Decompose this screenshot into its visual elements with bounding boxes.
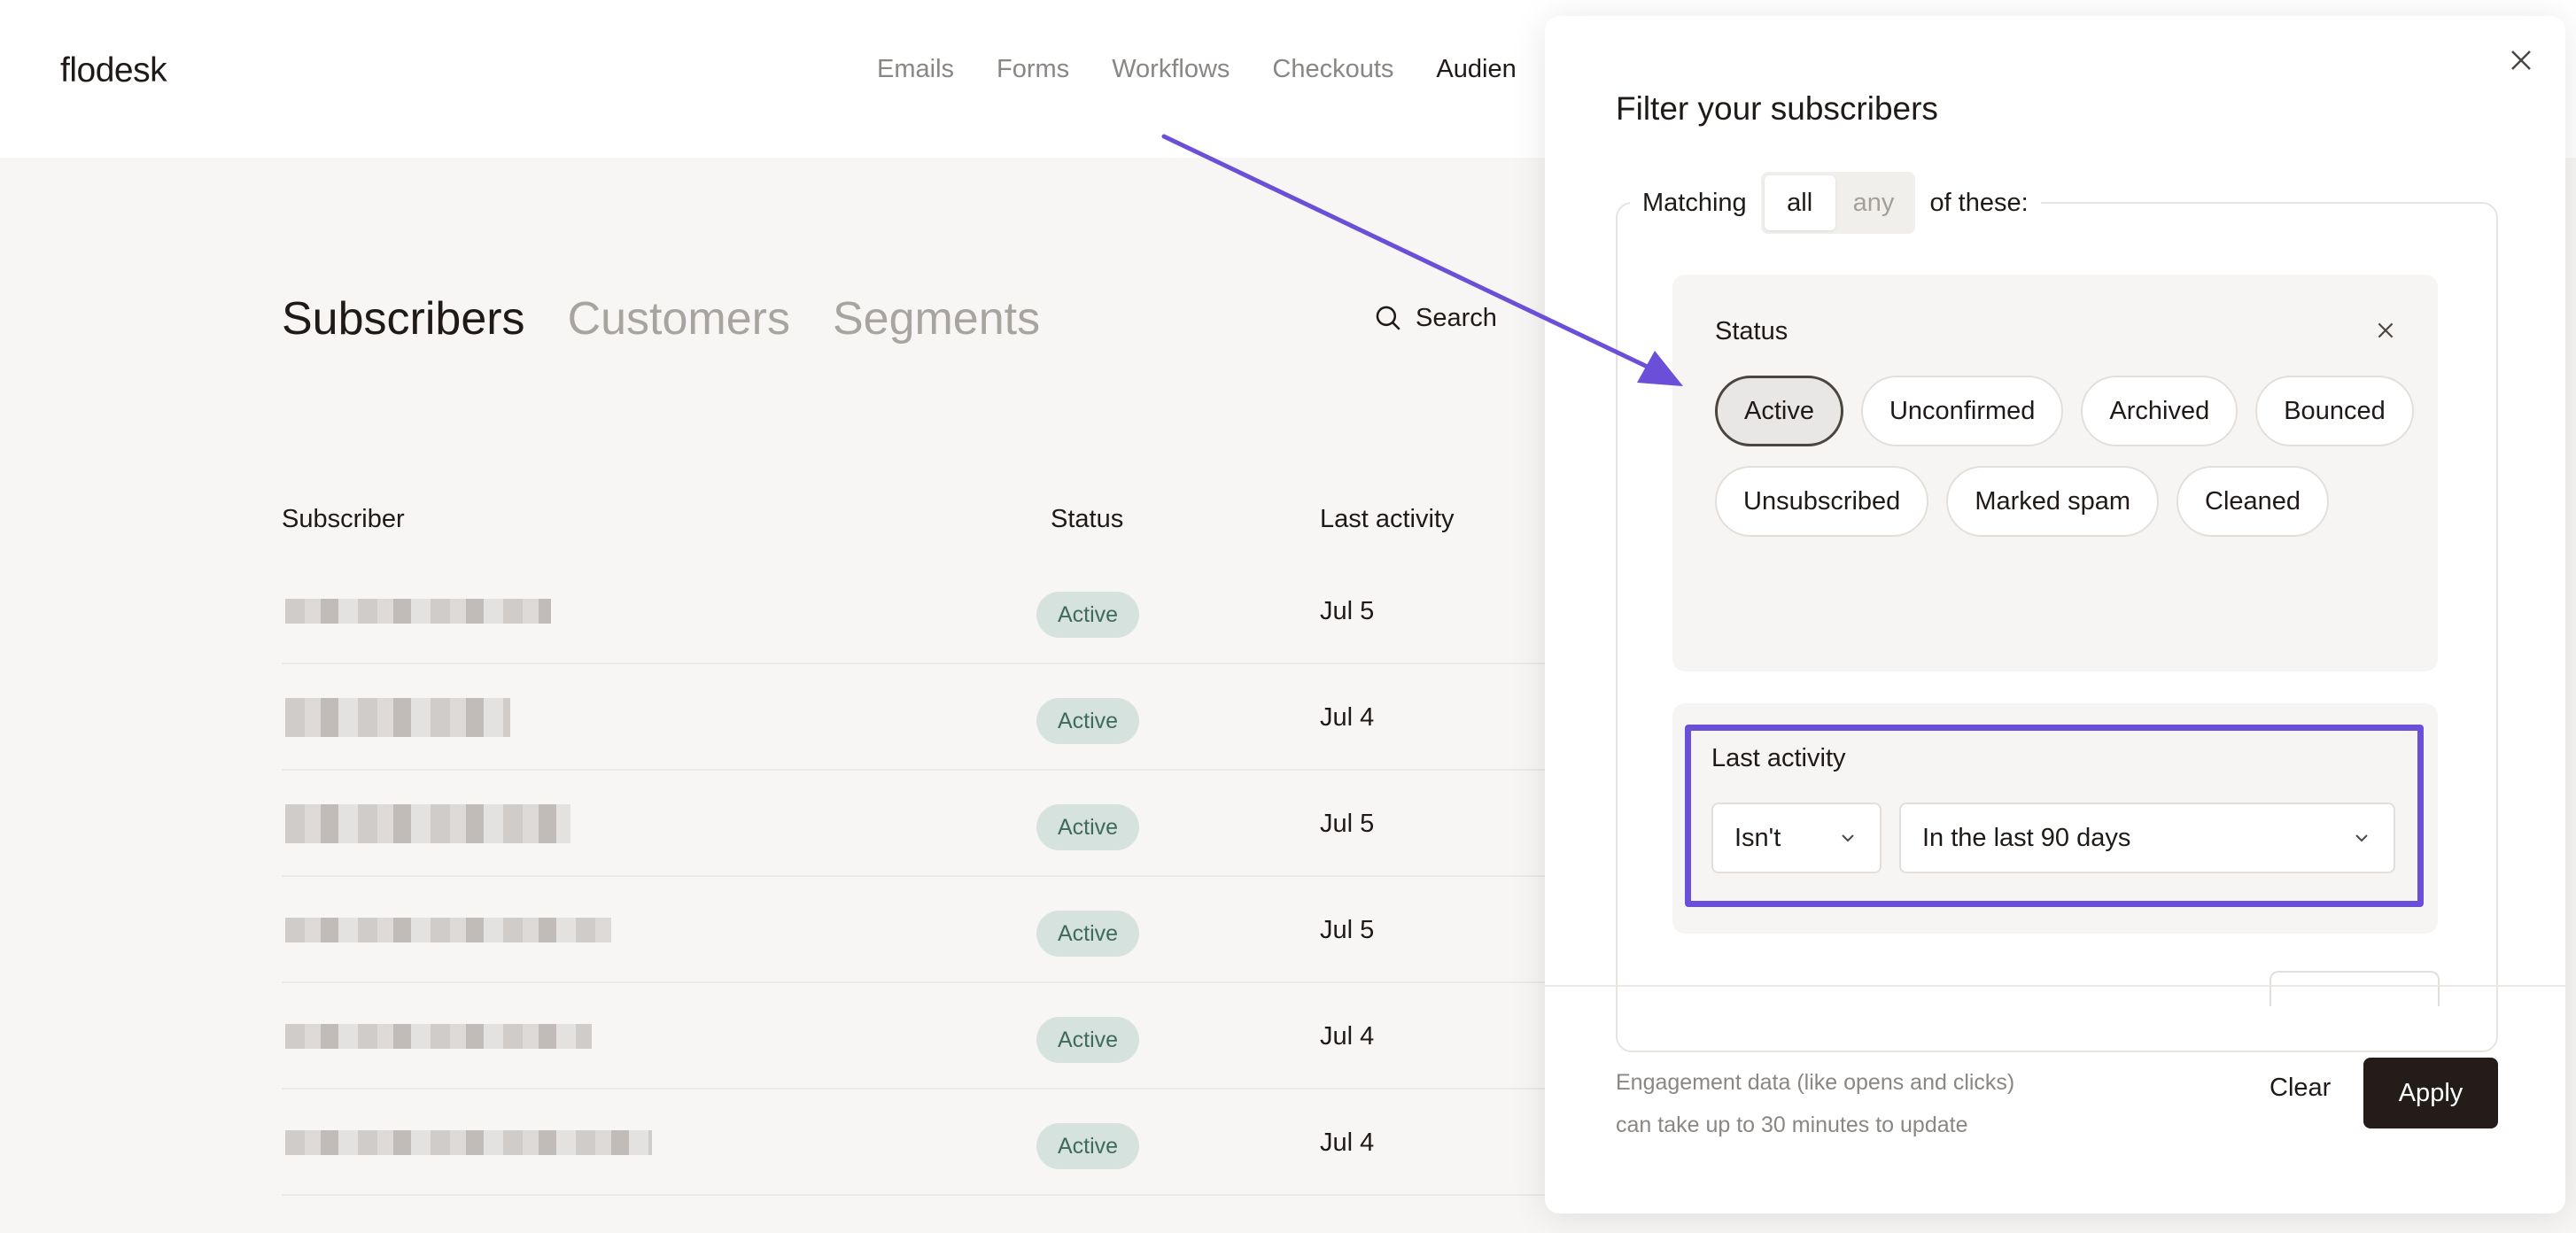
tab-customers[interactable]: Customers: [568, 292, 790, 345]
add-filter-button[interactable]: [2270, 971, 2440, 1006]
close-icon: [2511, 50, 2531, 70]
nav-workflows[interactable]: Workflows: [1112, 55, 1230, 84]
engagement-note: Engagement data (like opens and clicks) …: [1616, 1061, 2014, 1146]
table-body: Active Jul 5 Active Jul 4 Active Jul 5 A…: [282, 558, 1610, 1196]
apply-button[interactable]: Apply: [2363, 1058, 2498, 1128]
main-nav: Emails Forms Workflows Checkouts Audien: [877, 55, 1517, 84]
chip-active[interactable]: Active: [1715, 376, 1843, 446]
search-label: Search: [1416, 303, 1497, 332]
search-button[interactable]: Search: [1373, 303, 1497, 333]
audience-tabs: Subscribers Customers Segments: [282, 292, 1040, 345]
panel-title: Filter your subscribers: [1616, 90, 1938, 127]
redacted-email: [285, 1130, 652, 1155]
chip-marked-spam[interactable]: Marked spam: [1946, 466, 2159, 537]
redacted-email: [285, 599, 551, 624]
status-chips: Active Unconfirmed Archived Bounced Unsu…: [1715, 376, 2424, 537]
redacted-email: [285, 698, 510, 737]
search-icon: [1376, 306, 1401, 330]
matching-control: Matching all any of these:: [1630, 172, 2041, 234]
status-badge: Active: [1036, 1017, 1139, 1063]
tab-segments[interactable]: Segments: [833, 292, 1040, 345]
last-activity-date: Jul 5: [1320, 597, 1375, 625]
remove-status-filter-button[interactable]: [2374, 319, 2401, 345]
status-badge: Active: [1036, 804, 1139, 850]
nav-emails[interactable]: Emails: [877, 55, 954, 84]
redacted-email: [285, 1024, 592, 1049]
chip-bounced[interactable]: Bounced: [2255, 376, 2414, 446]
last-activity-date: Jul 5: [1320, 810, 1375, 838]
table-row[interactable]: Active Jul 5: [282, 877, 1610, 983]
column-subscriber: Subscriber: [282, 505, 405, 533]
matching-label: Matching: [1642, 188, 1747, 217]
table-row[interactable]: Active Jul 5: [282, 558, 1610, 664]
clear-button[interactable]: Clear: [2270, 1074, 2331, 1103]
last-activity-date: Jul 5: [1320, 916, 1375, 944]
engagement-note-line-1: Engagement data (like opens and clicks): [1616, 1070, 2015, 1095]
chip-unsubscribed[interactable]: Unsubscribed: [1715, 466, 1929, 537]
nav-audience[interactable]: Audien: [1436, 55, 1516, 84]
of-these-label: of these:: [1929, 188, 2029, 217]
last-activity-date: Jul 4: [1320, 1022, 1375, 1051]
redacted-email: [285, 804, 570, 843]
table-row[interactable]: Active Jul 4: [282, 664, 1610, 771]
nav-checkouts[interactable]: Checkouts: [1272, 55, 1393, 84]
footer-divider: [1545, 985, 2565, 987]
engagement-note-line-2: can take up to 30 minutes to update: [1616, 1113, 1968, 1137]
match-any-option[interactable]: any: [1835, 175, 1913, 230]
table-row[interactable]: Active Jul 5: [282, 771, 1610, 877]
tab-subscribers[interactable]: Subscribers: [282, 292, 525, 345]
annotation-highlight-box: [1685, 725, 2424, 907]
filter-panel: Filter your subscribers Matching all any…: [1545, 16, 2565, 1214]
close-panel-button[interactable]: [2502, 41, 2541, 80]
status-badge: Active: [1036, 592, 1139, 638]
last-activity-date: Jul 4: [1320, 1128, 1375, 1157]
table-row[interactable]: Active Jul 4: [282, 1090, 1610, 1196]
chip-unconfirmed[interactable]: Unconfirmed: [1860, 376, 2064, 446]
close-icon: [2378, 322, 2394, 338]
status-badge: Active: [1036, 911, 1139, 957]
table-row[interactable]: Active Jul 4: [282, 983, 1610, 1090]
last-activity-date: Jul 4: [1320, 703, 1375, 732]
chip-archived[interactable]: Archived: [2081, 376, 2238, 446]
chip-cleaned[interactable]: Cleaned: [2176, 466, 2330, 537]
status-filter-card: Status Active Unconfirmed Archived Bounc…: [1672, 275, 2438, 671]
status-filter-title: Status: [1715, 317, 1788, 345]
match-toggle: all any: [1760, 172, 1916, 234]
column-last-activity: Last activity: [1320, 505, 1455, 533]
status-badge: Active: [1036, 698, 1139, 744]
column-status: Status: [1051, 505, 1124, 533]
match-all-option[interactable]: all: [1764, 175, 1835, 230]
flodesk-logo[interactable]: flodesk: [60, 51, 167, 90]
redacted-email: [285, 918, 611, 942]
nav-forms[interactable]: Forms: [997, 55, 1069, 84]
status-badge: Active: [1036, 1123, 1139, 1169]
